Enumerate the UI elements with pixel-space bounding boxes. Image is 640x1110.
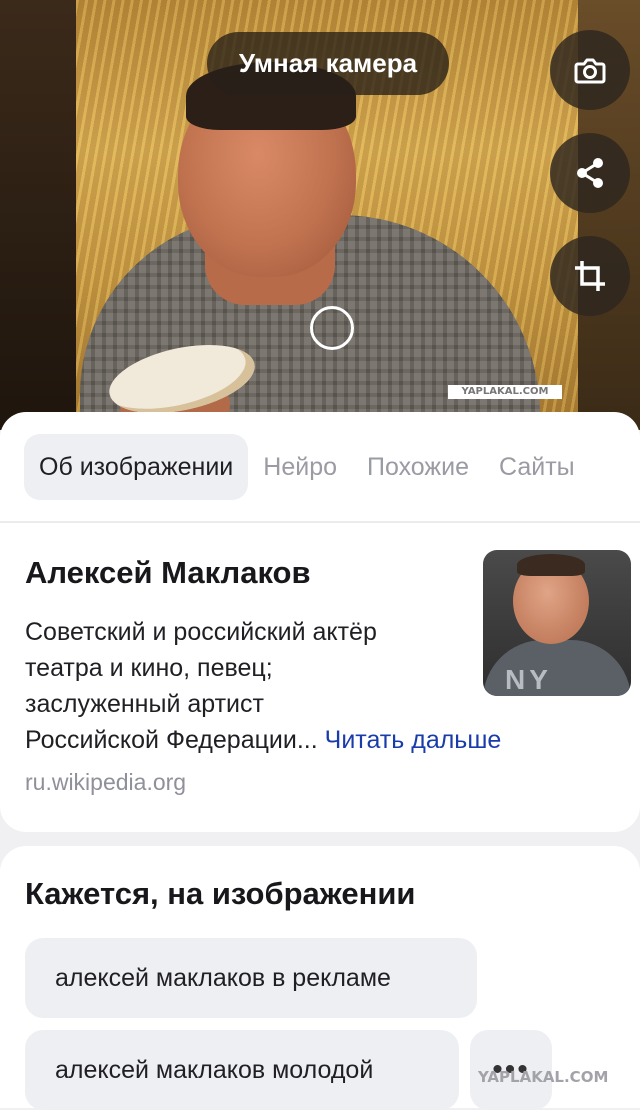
thumb-hair bbox=[517, 554, 585, 576]
related-chip[interactable]: алексей маклаков в рекламе bbox=[25, 938, 477, 1018]
tab-sites[interactable]: Сайты bbox=[484, 434, 590, 500]
description-line-text: Российской Федерации... bbox=[25, 726, 318, 754]
source-link[interactable]: ru.wikipedia.org bbox=[25, 769, 186, 796]
info-sheet: Об изображении Нейро Похожие Сайты Алекс… bbox=[0, 412, 640, 832]
divider bbox=[0, 521, 640, 523]
tab-about-image[interactable]: Об изображении bbox=[24, 434, 249, 500]
related-title: Кажется, на изображении bbox=[25, 876, 416, 911]
camera-button[interactable] bbox=[550, 30, 630, 110]
related-chip[interactable]: алексей маклаков молодой bbox=[25, 1030, 459, 1110]
share-icon bbox=[577, 158, 603, 188]
camera-icon bbox=[574, 58, 606, 84]
entity-name[interactable]: Алексей Маклаков bbox=[25, 555, 311, 591]
entity-thumbnail[interactable]: NY bbox=[483, 550, 631, 696]
crop-button[interactable] bbox=[550, 236, 630, 316]
smart-camera-title[interactable]: Умная камера bbox=[207, 32, 449, 95]
thumb-shirt-print: NY bbox=[505, 664, 552, 695]
crop-icon bbox=[575, 261, 605, 291]
focus-point-icon[interactable] bbox=[310, 306, 354, 350]
image-watermark: YAPLAKAL.COM bbox=[448, 385, 562, 399]
tab-similar[interactable]: Похожие bbox=[352, 434, 484, 500]
read-more-link[interactable]: Читать дальше bbox=[325, 726, 502, 754]
tab-neuro[interactable]: Нейро bbox=[248, 434, 352, 500]
site-watermark: YAPLAKAL.COM bbox=[478, 1068, 609, 1086]
share-button[interactable] bbox=[550, 133, 630, 213]
description-line-last: Российской Федерации... Читать дальше bbox=[25, 722, 595, 758]
tab-bar: Об изображении Нейро Похожие Сайты bbox=[0, 434, 640, 500]
photo-left-edge bbox=[0, 0, 76, 430]
